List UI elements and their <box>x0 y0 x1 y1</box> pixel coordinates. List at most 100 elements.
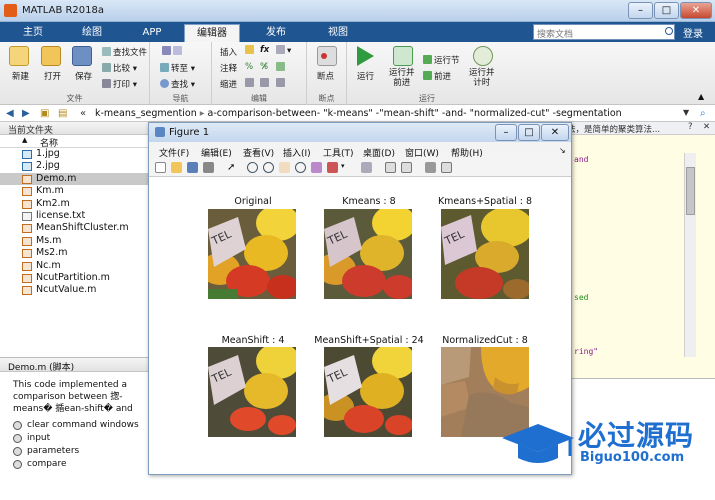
collapse-ribbon-icon[interactable]: ▲ <box>698 92 704 101</box>
rotate-3d-icon[interactable] <box>295 162 306 173</box>
figure-close-button[interactable]: ✕ <box>541 124 569 141</box>
indent-icon[interactable] <box>260 78 271 89</box>
close-button[interactable]: ✕ <box>680 2 712 19</box>
tab-editor[interactable]: 编辑器 <box>184 24 240 42</box>
tab-publish[interactable]: 发布 <box>245 24 307 42</box>
select-arrow-icon[interactable]: ➚ <box>227 162 238 173</box>
menu-view[interactable]: 查看(V) <box>243 146 274 159</box>
uncomment-icon[interactable]: %̸ <box>260 62 268 72</box>
back-forward-icons[interactable] <box>162 46 184 57</box>
dock-icon[interactable]: ↘ <box>559 146 566 155</box>
run-and-time-button[interactable]: 运行并 计时 <box>469 68 495 88</box>
menu-help[interactable]: 帮助(H) <box>451 146 483 159</box>
breakpoints-button[interactable]: 断点 <box>317 70 334 82</box>
print-figure-icon[interactable] <box>203 162 214 173</box>
file-row[interactable]: Ms.m <box>0 235 148 247</box>
menu-window[interactable]: 窗口(W) <box>405 146 439 159</box>
percent-comment-icon[interactable]: % <box>245 62 253 72</box>
breadcrumb-segment[interactable]: k-means_segmention <box>95 108 197 119</box>
compare-button[interactable]: 比较 ▾ <box>102 62 137 74</box>
section-item[interactable]: parameters <box>0 445 148 458</box>
section-item[interactable]: input <box>0 432 148 445</box>
login-link[interactable]: 登录 <box>683 25 703 40</box>
comment-button[interactable]: 注释 <box>220 62 237 74</box>
smart-indent-icon[interactable] <box>245 78 256 89</box>
tab-view[interactable]: 视图 <box>310 24 366 42</box>
brush-dropdown-icon[interactable]: ▾ <box>341 162 352 173</box>
fx-button[interactable]: fx <box>260 45 269 55</box>
file-row[interactable]: Demo.m <box>0 172 148 186</box>
zoom-out-icon[interactable] <box>263 162 274 173</box>
hide-plot-tools-icon[interactable] <box>425 162 436 173</box>
open-button[interactable]: 打开 <box>44 70 61 82</box>
file-row[interactable]: NcutPartition.m <box>0 272 148 284</box>
tab-plots[interactable]: 绘图 <box>63 24 121 42</box>
menu-insert[interactable]: 插入(I) <box>283 146 311 159</box>
scrollbar-thumb[interactable] <box>686 167 695 215</box>
breadcrumb-segment[interactable]: a-comparison-between- "k-means" -"mean-s… <box>208 108 622 119</box>
data-cursor-icon[interactable] <box>311 162 322 173</box>
legend-icon[interactable] <box>401 162 412 173</box>
image-file-icon <box>22 150 32 159</box>
goto-button[interactable]: 转至 ▾ <box>160 62 195 74</box>
figure-minimize-button[interactable]: – <box>495 124 517 141</box>
insert-more-icon[interactable]: ▾ <box>276 45 291 56</box>
new-button[interactable]: 新建 <box>12 70 29 82</box>
plot-title-kmeans: Kmeans : 8 <box>342 196 396 207</box>
figure-maximize-button[interactable]: □ <box>518 124 540 141</box>
file-row[interactable]: license.txt <box>0 210 148 222</box>
menu-file[interactable]: 文件(F) <box>159 146 189 159</box>
file-row[interactable]: 1.jpg <box>0 148 148 160</box>
search-documentation-input[interactable]: 搜索文档 <box>533 24 675 40</box>
file-row[interactable]: 2.jpg <box>0 160 148 172</box>
search-folder-icon[interactable]: ⌕ <box>700 108 706 119</box>
file-row[interactable]: MeanShiftCluster.m <box>0 222 148 234</box>
file-row[interactable]: Ms2.m <box>0 247 148 259</box>
menu-desktop[interactable]: 桌面(D) <box>363 146 395 159</box>
menu-edit[interactable]: 编辑(E) <box>201 146 232 159</box>
run-section-button[interactable]: 运行节 <box>423 54 460 66</box>
file-row[interactable]: Km.m <box>0 185 148 197</box>
editor-scrollbar[interactable] <box>684 153 696 357</box>
section-item[interactable]: compare <box>0 458 148 471</box>
outdent-icon[interactable] <box>276 78 287 89</box>
insert-button[interactable]: 插入 <box>220 46 237 58</box>
pan-hand-icon[interactable] <box>279 162 290 173</box>
wrap-comment-icon[interactable] <box>276 62 287 73</box>
show-plot-tools-icon[interactable] <box>441 162 452 173</box>
open-file-icon[interactable] <box>171 162 182 173</box>
minimize-button[interactable]: – <box>628 2 653 19</box>
run-and-advance-button[interactable]: 运行并 前进 <box>389 68 415 88</box>
close-info-icon[interactable]: ✕ <box>703 122 710 132</box>
up-folder-icon[interactable]: ▣ <box>40 108 49 119</box>
tab-home[interactable]: 主页 <box>8 24 58 42</box>
browse-folder-icon[interactable]: ▤ <box>58 108 67 119</box>
link-plot-icon[interactable] <box>361 162 372 173</box>
name-column-header[interactable]: ▲ 名称 <box>0 135 148 149</box>
back-arrow-icon[interactable]: ◀ <box>6 108 14 119</box>
print-button[interactable]: 打印 ▾ <box>102 78 137 90</box>
help-icon[interactable]: ? <box>688 122 693 132</box>
menu-tools[interactable]: 工具(T) <box>323 146 354 159</box>
file-row[interactable]: Km2.m <box>0 198 148 210</box>
run-button[interactable]: 运行 <box>357 70 374 82</box>
advance-button[interactable]: 前进 <box>423 70 451 82</box>
file-row[interactable]: NcutValue.m <box>0 284 148 296</box>
find-button[interactable]: 查找 ▾ <box>160 78 195 90</box>
address-dropdown-icon[interactable]: ▼ <box>683 108 689 117</box>
maximize-button[interactable]: □ <box>654 2 679 19</box>
insert-section-icon[interactable] <box>245 45 256 56</box>
new-figure-icon[interactable] <box>155 162 166 173</box>
indent-button[interactable]: 缩进 <box>220 78 237 90</box>
section-item[interactable]: clear command windows <box>0 419 148 432</box>
zoom-in-icon[interactable] <box>247 162 258 173</box>
save-button[interactable]: 保存 <box>75 70 92 82</box>
colorbar-icon[interactable] <box>385 162 396 173</box>
search-icon[interactable] <box>665 27 673 35</box>
find-files-button[interactable]: 查找文件 <box>102 46 147 58</box>
tab-apps[interactable]: APP <box>124 24 180 42</box>
forward-arrow-icon[interactable]: ▶ <box>22 108 30 119</box>
brush-icon[interactable] <box>327 162 338 173</box>
save-figure-icon[interactable] <box>187 162 198 173</box>
file-row[interactable]: Nc.m <box>0 260 148 272</box>
